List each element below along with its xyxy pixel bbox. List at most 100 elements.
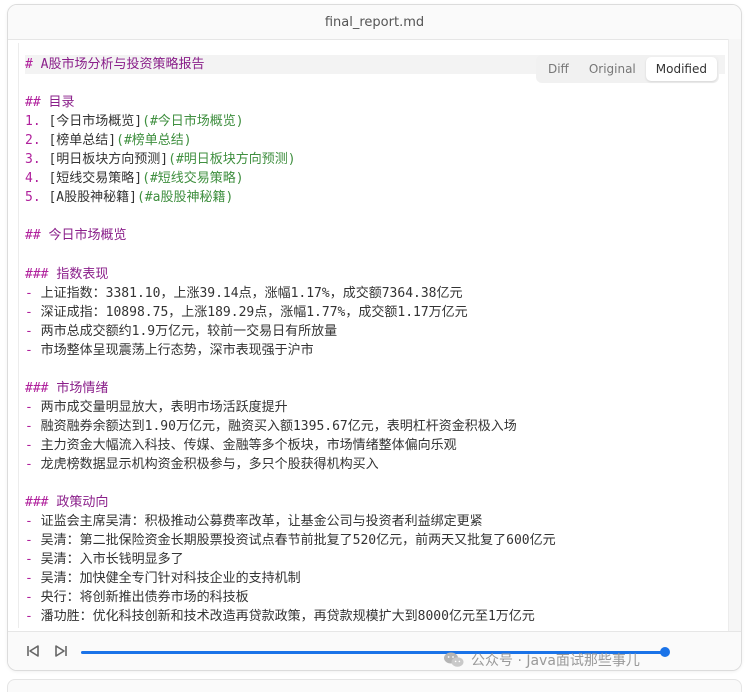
list-item-text: 龙虎榜数据显示机构资金积极参与，多只个股获得机构买入 (40, 456, 379, 472)
title-bar: final_report.md (8, 5, 741, 40)
list-item-text: 市场整体呈现震荡上行态势，深市表现强于沪市 (40, 342, 314, 358)
source-line: ## 今日市场概览 (25, 226, 725, 245)
editor-window: final_report.md # A股市场分析与投资策略报告 ## 目录 1. … (7, 4, 742, 671)
source-line: - 市场整体呈现震荡上行态势，深市表现强于沪市 (25, 341, 725, 360)
list-item-text: 融资融券余额达到1.90万亿元，融资买入额1395.67亿元，表明杠杆资金积极入… (40, 418, 517, 434)
toc-link-label: [今日市场概览] (48, 114, 143, 130)
heading-text: 指数表现 (56, 266, 109, 282)
heading-text: 政策动向 (56, 495, 109, 511)
bullet-marker: - (25, 304, 41, 320)
watermark: 公众号 · Java面试那些事儿 (443, 648, 640, 672)
skip-forward-icon[interactable] (52, 642, 70, 660)
toc-link-label: [A股股神秘籍] (48, 190, 137, 206)
heading-marker: # (25, 57, 41, 72)
source-line: - 潘功胜：优化科技创新和技术改造再贷款政策，再贷款规模扩大到8000亿元至1万… (25, 607, 725, 626)
source-line: 4. [短线交易策略](#短线交易策略) (25, 169, 725, 188)
wechat-icon (443, 651, 465, 669)
bullet-marker: - (25, 285, 41, 301)
list-item-text: 主力资金大幅流入科技、传媒、金融等多个板块，市场情绪整体偏向乐观 (40, 437, 457, 453)
progress-thumb[interactable] (660, 647, 670, 657)
list-item-text: 吴清：加快健全专门针对科技企业的支持机制 (40, 571, 301, 587)
bullet-marker: - (25, 437, 41, 453)
toc-link-anchor: (#明日板块方向预测) (168, 152, 296, 168)
bullet-marker: - (25, 342, 41, 358)
next-panel-edge (7, 679, 742, 692)
heading-text: A股市场分析与投资策略报告 (40, 57, 205, 72)
source-line: 5. [A股股神秘籍](#a股股神秘籍) (25, 188, 725, 207)
source-line: ### 市场情绪 (25, 379, 725, 398)
bullet-marker: - (25, 418, 41, 434)
bullet-marker: - (25, 456, 41, 472)
source-line: - 吴清：加快健全专门针对科技企业的支持机制 (25, 569, 725, 588)
source-line: - 两市总成交额约1.9万亿元，较前一交易日有所放量 (25, 322, 725, 341)
source-line: ### 政策动向 (25, 493, 725, 512)
bullet-marker: - (25, 323, 41, 339)
source-line: - 吴清：入市长钱明显多了 (25, 550, 725, 569)
toc-link-label: [明日板块方向预测] (48, 152, 169, 168)
heading-marker: ## (25, 95, 49, 111)
source-line: - 融资融券余额达到1.90万亿元，融资买入额1395.67亿元，表明杠杆资金积… (25, 417, 725, 436)
source-line: - 证监会主席吴清：积极推动公募费率改革，让基金公司与投资者利益绑定更紧 (25, 512, 725, 531)
toggle-original[interactable]: Original (579, 57, 646, 81)
source-line (25, 245, 725, 264)
bullet-marker: - (25, 590, 41, 606)
source-line: - 央行：将创新推出债券市场的科技板 (25, 588, 725, 607)
window-title: final_report.md (324, 14, 425, 30)
heading-text: 市场情绪 (56, 380, 109, 396)
toc-link-anchor: (#短线交易策略) (142, 171, 244, 187)
list-item-text: 证监会主席吴清：积极推动公募费率改革，让基金公司与投资者利益绑定更紧 (40, 514, 483, 530)
source-line: - 龙虎榜数据显示机构资金积极参与，多只个股获得机构买入 (25, 455, 725, 474)
toc-link-anchor: (#榜单总结) (116, 133, 192, 149)
toc-link-anchor: (#a股股神秘籍) (136, 190, 234, 206)
list-number: 4. (25, 171, 41, 187)
list-number: 3. (25, 152, 41, 168)
heading-text: 今日市场概览 (48, 228, 127, 244)
toc-link-label: [榜单总结] (48, 133, 117, 149)
toc-link-anchor: (#今日市场概览) (142, 114, 244, 130)
list-number: 1. (25, 114, 41, 130)
source-line: - 吴清：第二批保险资金长期股票投资试点春节前批复了520亿元，前两天又批复了6… (25, 531, 725, 550)
source-line: - 深证成指：10898.75，上涨189.29点，涨幅1.77%，成交额1.1… (25, 303, 725, 322)
scrollbar-track[interactable] (728, 39, 741, 639)
source-line: 2. [榜单总结](#榜单总结) (25, 131, 725, 150)
markdown-source: # A股市场分析与投资策略报告 ## 目录 1. [今日市场概览](#今日市场概览… (25, 55, 725, 626)
skip-back-icon[interactable] (24, 642, 42, 660)
source-line (25, 360, 725, 379)
view-toggle: Diff Original Modified (535, 55, 719, 83)
source-line (25, 207, 725, 226)
bullet-marker: - (25, 399, 41, 415)
source-line: ### 指数表现 (25, 265, 725, 284)
bullet-marker: - (25, 571, 41, 587)
bullet-marker: - (25, 533, 41, 549)
list-item-text: 吴清：入市长钱明显多了 (40, 552, 184, 568)
bullet-marker: - (25, 552, 41, 568)
source-line: 3. [明日板块方向预测](#明日板块方向预测) (25, 150, 725, 169)
list-item-text: 上证指数：3381.10，上涨39.14点，涨幅1.17%，成交额7364.38… (40, 285, 463, 301)
watermark-text: 公众号 · Java面试那些事儿 (471, 653, 640, 669)
heading-text: 目录 (48, 95, 75, 111)
toggle-modified[interactable]: Modified (645, 57, 717, 81)
list-item-text: 吴清：第二批保险资金长期股票投资试点春节前批复了520亿元，前两天又批复了600… (40, 533, 556, 549)
heading-marker: ### (25, 266, 57, 282)
heading-marker: ### (25, 495, 57, 511)
source-line: ## 目录 (25, 93, 725, 112)
list-number: 2. (25, 133, 41, 149)
list-item-text: 潘功胜：优化科技创新和技术改造再贷款政策，再贷款规模扩大到8000亿元至1万亿元 (40, 609, 535, 625)
bullet-marker: - (25, 609, 41, 625)
list-item-text: 两市总成交额约1.9万亿元，较前一交易日有所放量 (40, 323, 338, 339)
heading-marker: ### (25, 380, 57, 396)
source-line: - 上证指数：3381.10，上涨39.14点，涨幅1.17%，成交额7364.… (25, 284, 725, 303)
heading-marker: ## (25, 228, 49, 244)
list-number: 5. (25, 190, 41, 206)
list-item-text: 深证成指：10898.75，上涨189.29点，涨幅1.77%，成交额1.17万… (40, 304, 468, 320)
source-line: - 两市成交量明显放大，表明市场活跃度提升 (25, 398, 725, 417)
source-line: - 主力资金大幅流入科技、传媒、金融等多个板块，市场情绪整体偏向乐观 (25, 436, 725, 455)
toggle-diff[interactable]: Diff (538, 57, 579, 81)
list-item-text: 央行：将创新推出债券市场的科技板 (40, 590, 249, 606)
source-line: 1. [今日市场概览](#今日市场概览) (25, 112, 725, 131)
list-item-text: 两市成交量明显放大，表明市场活跃度提升 (40, 399, 288, 415)
markdown-viewer[interactable]: # A股市场分析与投资策略报告 ## 目录 1. [今日市场概览](#今日市场概览… (18, 43, 730, 628)
bullet-marker: - (25, 514, 41, 530)
source-line (25, 474, 725, 493)
toc-link-label: [短线交易策略] (48, 171, 143, 187)
